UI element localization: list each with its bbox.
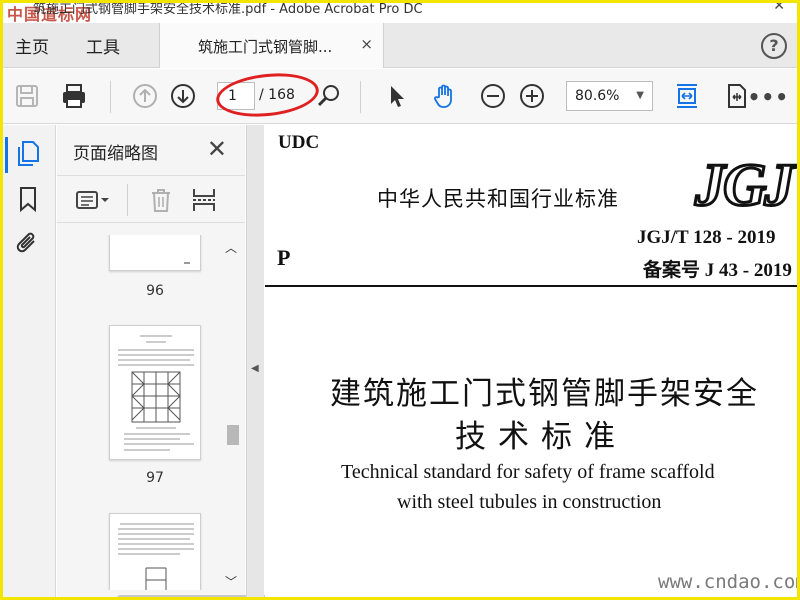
title-bar: 中国道标网 筑施工门式钢管脚手架安全技术标准.pdf - Adobe Acrob… bbox=[3, 2, 797, 24]
vertical-scrollbar[interactable]: ︿ ﹀ bbox=[223, 235, 241, 595]
split-page-icon[interactable] bbox=[190, 186, 218, 218]
watermark-url: www.cndao.com bbox=[658, 571, 797, 593]
zoom-in-icon[interactable] bbox=[518, 82, 546, 110]
scroll-down-icon[interactable]: ﹀ bbox=[225, 573, 237, 590]
print-icon[interactable] bbox=[60, 82, 88, 110]
standard-code: JGJ/T 128 - 2019 bbox=[637, 227, 776, 248]
save-icon[interactable] bbox=[13, 82, 41, 110]
toolbar-divider bbox=[110, 81, 111, 113]
page-thumbnail[interactable] bbox=[109, 235, 201, 271]
hand-tool-icon[interactable] bbox=[431, 82, 459, 110]
category-mark: P bbox=[277, 245, 291, 270]
collapse-arrow-icon[interactable]: ◀ bbox=[251, 363, 259, 374]
zoom-level-select[interactable]: 80.6% ▼ bbox=[566, 81, 653, 111]
menu-tools[interactable]: 工具 bbox=[86, 33, 120, 58]
header-rule bbox=[265, 285, 797, 287]
previous-page-icon[interactable] bbox=[131, 82, 159, 110]
thumbnails-panel: 页面缩略图 ✕ 96 97 ︿ ﹀ bbox=[57, 125, 267, 597]
active-indicator bbox=[5, 137, 8, 173]
udc-label: UDC bbox=[278, 132, 320, 153]
help-icon[interactable]: ? bbox=[761, 33, 787, 59]
document-view[interactable]: UDC 中华人民共和国行业标准 JGJ P JGJ/T 128 - 2019 备… bbox=[265, 125, 797, 597]
panel-splitter[interactable]: ◀ bbox=[246, 125, 264, 597]
zoom-find-icon[interactable] bbox=[315, 82, 343, 110]
delete-page-icon[interactable] bbox=[147, 186, 175, 218]
thumbnail-mark bbox=[184, 262, 190, 264]
select-cursor-icon[interactable] bbox=[383, 82, 411, 110]
panel-divider bbox=[127, 184, 128, 216]
document-title-cn: 建筑施工门式钢管脚手架安全 bbox=[330, 376, 759, 411]
thumbnail-options-icon[interactable] bbox=[75, 186, 111, 218]
document-title-en-line2: with steel tubules in construction bbox=[397, 491, 662, 513]
horizontal-scrollbar[interactable] bbox=[117, 595, 267, 597]
industry-standard-heading: 中华人民共和国行业标准 bbox=[377, 187, 619, 211]
toolbar: 1 / 168 80.6% ▼ ••• bbox=[3, 68, 797, 124]
page-number-label: 96 bbox=[146, 283, 164, 299]
bookmark-icon[interactable] bbox=[14, 185, 42, 213]
page-thumbnails-icon[interactable] bbox=[14, 139, 42, 167]
tab-label: 筑施工门式钢管脚... bbox=[198, 38, 333, 56]
panel-toolbar bbox=[57, 175, 245, 223]
panel-title: 页面缩略图 bbox=[73, 144, 158, 164]
more-options-icon[interactable]: ••• bbox=[748, 85, 789, 109]
zoom-out-icon[interactable] bbox=[479, 82, 507, 110]
zoom-level-value: 80.6% bbox=[575, 88, 620, 104]
chevron-down-icon: ▼ bbox=[636, 90, 644, 101]
window-title: 筑施工门式钢管脚手架安全技术标准.pdf - Adobe Acrobat Pro… bbox=[33, 2, 423, 17]
attachment-icon[interactable] bbox=[14, 229, 42, 257]
record-number: 备案号 J 43 - 2019 bbox=[643, 260, 792, 281]
fit-page-icon[interactable] bbox=[673, 82, 701, 110]
scrollbar-thumb[interactable] bbox=[227, 425, 239, 445]
next-page-icon[interactable] bbox=[169, 82, 197, 110]
red-ellipse-annotation bbox=[214, 68, 321, 122]
window-close-icon[interactable]: ✕ bbox=[773, 3, 785, 14]
thumbnail-list[interactable]: 96 97 bbox=[57, 235, 222, 590]
close-icon[interactable]: ✕ bbox=[207, 135, 227, 163]
thumbnail-page-preview bbox=[118, 523, 194, 590]
thumbnail-page-preview bbox=[118, 335, 194, 451]
tab-close-icon[interactable]: × bbox=[360, 35, 373, 53]
document-title-en: Technical standard for safety of frame s… bbox=[341, 461, 715, 483]
app-window: 中国道标网 筑施工门式钢管脚手架安全技术标准.pdf - Adobe Acrob… bbox=[0, 0, 800, 600]
document-title-cn-line2: 技术标准 bbox=[455, 419, 627, 454]
menu-home[interactable]: 主页 bbox=[15, 33, 49, 58]
jgj-logo: JGJ bbox=[693, 151, 795, 220]
page-number-label: 97 bbox=[146, 470, 164, 486]
scroll-up-icon[interactable]: ︿ bbox=[225, 239, 237, 256]
toolbar-divider bbox=[360, 81, 361, 113]
tab-document[interactable]: 筑施工门式钢管脚... × bbox=[159, 23, 384, 68]
page-thumbnail[interactable] bbox=[109, 513, 201, 590]
menu-bar: 主页 工具 筑施工门式钢管脚... × ? bbox=[3, 23, 797, 68]
left-icon-rail bbox=[3, 125, 56, 597]
page-thumbnail[interactable] bbox=[109, 325, 201, 460]
